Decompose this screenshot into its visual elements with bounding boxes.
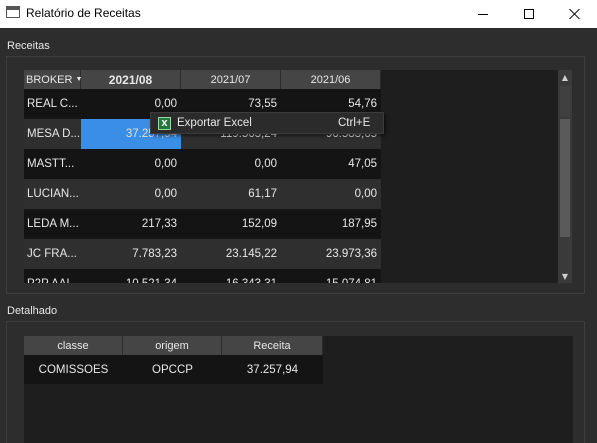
value-cell[interactable]: 187,95 [281,209,381,239]
detalhado-table-header: classe origem Receita [24,336,323,355]
column-header-2021-06[interactable]: 2021/06 [281,70,381,89]
receitas-table-header: BROKER ▼ 2021/08 2021/07 2021/06 [24,70,381,89]
value-cell[interactable]: 7.783,23 [81,239,181,269]
column-header-label: BROKER [26,73,73,86]
value-cell[interactable]: 16.343,31 [181,269,281,283]
detalhado-table: classe origem Receita COMISSOES OPCCP 37… [24,336,573,443]
table-row[interactable]: COMISSOES OPCCP 37.257,94 [24,355,323,384]
scroll-up-arrow-icon[interactable]: ▲ [558,70,572,84]
table-row[interactable]: MASTT... 0,00 0,00 47,05 [24,149,381,179]
value-cell[interactable]: 10.521,34 [81,269,181,283]
column-header-classe[interactable]: classe [24,336,123,355]
window-title: Relatório de Receitas [26,6,141,20]
column-header-2021-08[interactable]: 2021/08 [81,70,181,89]
column-header-broker[interactable]: BROKER ▼ [24,70,82,89]
broker-cell[interactable]: JC FRA... [24,239,81,269]
menu-item-shortcut: Ctrl+E [338,117,371,129]
menu-item-label: Exportar Excel [177,117,252,129]
minimize-icon [478,13,488,15]
origem-cell[interactable]: OPCCP [123,355,222,385]
value-cell[interactable]: 0,00 [281,179,381,209]
broker-cell[interactable]: P2P AAI [24,269,81,283]
maximize-button[interactable] [506,0,552,28]
scroll-down-arrow-icon[interactable]: ▼ [558,269,572,283]
table-empty-area [381,70,558,283]
maximize-icon [524,9,534,19]
column-header-2021-07[interactable]: 2021/07 [181,70,281,89]
receitas-table: BROKER ▼ 2021/08 2021/07 2021/06 REAL C..… [24,70,558,283]
table-row[interactable]: P2P AAI 10.521,34 16.343,31 15.074,81 [24,269,381,283]
value-cell[interactable]: 217,33 [81,209,181,239]
column-header-origem[interactable]: origem [123,336,222,355]
table-row[interactable]: JC FRA... 7.783,23 23.145,22 23.973,36 [24,239,381,269]
value-cell[interactable]: 47,05 [281,149,381,179]
context-menu: X Exportar Excel Ctrl+E [150,112,384,134]
app-window-icon [6,6,20,18]
export-excel-menu-item[interactable]: X Exportar Excel Ctrl+E [151,113,383,133]
value-cell[interactable]: 23.145,22 [181,239,281,269]
broker-cell[interactable]: MASTT... [24,149,81,179]
value-cell[interactable]: 152,09 [181,209,281,239]
value-cell[interactable]: 23.973,36 [281,239,381,269]
scroll-track[interactable] [560,86,570,117]
scroll-thumb[interactable] [560,119,570,237]
broker-cell[interactable]: LEDA M... [24,209,81,239]
column-header-receita[interactable]: Receita [222,336,323,355]
broker-cell[interactable]: MESA D... [24,119,81,149]
broker-cell[interactable]: REAL C... [24,89,81,119]
title-bar: Relatório de Receitas [0,0,597,28]
table-row[interactable]: LUCIAN... 0,00 61,17 0,00 [24,179,381,209]
receitas-vertical-scrollbar[interactable]: ▲ ▼ [558,70,572,283]
receita-cell[interactable]: 37.257,94 [222,355,323,385]
minimize-button[interactable] [460,0,506,28]
value-cell[interactable]: 0,00 [81,179,181,209]
close-icon [569,8,581,20]
value-cell[interactable]: 0,00 [81,149,181,179]
receitas-group-label: Receitas [7,40,50,52]
excel-icon: X [158,117,171,130]
broker-cell[interactable]: LUCIAN... [24,179,81,209]
detalhado-group-label: Detalhado [7,305,58,317]
value-cell[interactable]: 0,00 [181,149,281,179]
value-cell[interactable]: 61,17 [181,179,281,209]
value-cell[interactable]: 15.074,81 [281,269,381,283]
table-row[interactable]: LEDA M... 217,33 152,09 187,95 [24,209,381,239]
classe-cell[interactable]: COMISSOES [24,355,123,385]
close-button[interactable] [552,0,597,28]
